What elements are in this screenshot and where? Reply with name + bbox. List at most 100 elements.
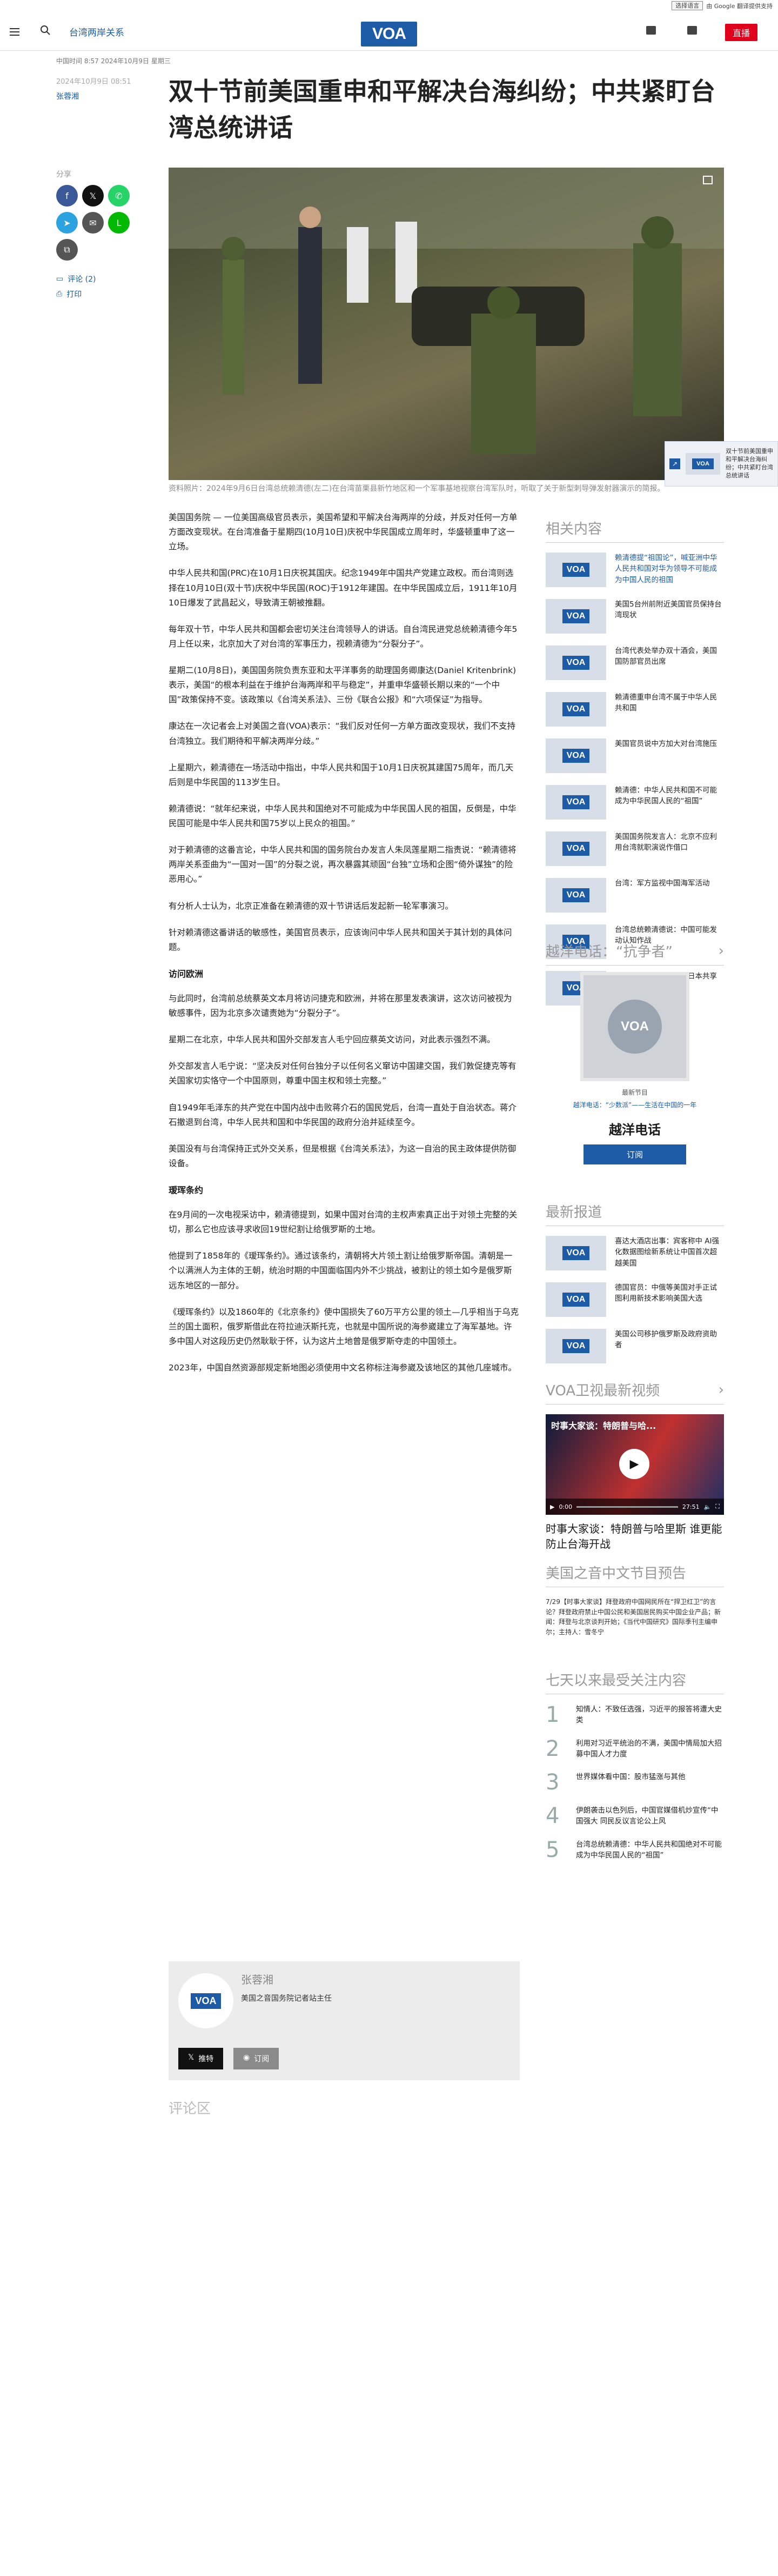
copy-link-icon[interactable]: ⧉ xyxy=(56,239,78,261)
video-heading[interactable]: VOA卫视最新视频 › xyxy=(546,1380,724,1405)
article-title: 双十节前美国重申和平解决台海纠纷；中共紧盯台湾总统讲话 xyxy=(169,77,715,142)
program-logo: VOA xyxy=(608,1000,662,1054)
sticky-article-toast[interactable]: ↗ VOA 双十节前美国重申和平解决台海纠纷；中共紧盯台湾总统讲话 xyxy=(665,441,778,487)
paragraph: 康达在一次记者会上对美国之音(VOA)表示：“我们反对任何一方单方面改变现状，我… xyxy=(169,721,515,746)
hero-illustration xyxy=(169,168,724,454)
paragraph: 2023年，中国自然资源部规定新地图必须使用中文名称标注海参崴及该地区的其他几座… xyxy=(169,1363,517,1373)
dateline: 中国时间 8:57 2024年10月9日 星期三 xyxy=(56,57,171,65)
author-avatar: VOA xyxy=(178,1973,233,2028)
related-item[interactable]: VOA 台湾：军方监视中国海军活动 xyxy=(546,878,724,913)
latest-item[interactable]: VOA 喜达大酒店出事：宾客称中 AI强化数据图绘新系统让中国首次超越美国 xyxy=(546,1236,724,1270)
video-time: 0:00 xyxy=(559,1503,573,1510)
subheading: 访问欧洲 xyxy=(169,968,204,979)
paragraph: 《瑷珲条约》以及1860年的《北京条约》使中国损失了60万平方公里的领土—几乎相… xyxy=(169,1307,519,1346)
popular-item[interactable]: 3 世界媒体看中国：股市猛涨与其他 xyxy=(546,1772,724,1793)
play-icon[interactable]: ▶ xyxy=(619,1449,649,1479)
related-item[interactable]: VOA 台湾代表处举办双十酒会，美国国防部官员出席 xyxy=(546,645,724,680)
popular-item[interactable]: 5 台湾总统赖清德：中华人民共和国绝对不可能成为中华民国人民的“祖国” xyxy=(546,1839,724,1861)
rank-number: 4 xyxy=(546,1803,560,1828)
print-link[interactable]: ⎙ 打印 xyxy=(56,289,82,299)
print-icon: ⎙ xyxy=(56,290,63,298)
video-icon[interactable] xyxy=(687,26,697,35)
search-icon[interactable] xyxy=(40,25,51,36)
publish-date: 2024年10月9日 08:51 xyxy=(56,78,131,86)
whatsapp-icon[interactable]: ✆ xyxy=(108,185,130,207)
show-title: 越洋电话 xyxy=(609,1122,661,1137)
paragraph: 针对赖清德这番讲话的敏感性，美国官员表示，应该询问中华人民共和国关于其计划的具体… xyxy=(169,927,512,952)
rss-icon: ◉ xyxy=(243,2053,250,2062)
x-icon[interactable]: 𝕏 xyxy=(82,185,104,207)
program-heading[interactable]: 越洋电话：“抗争者” › xyxy=(546,941,724,966)
author-link[interactable]: 张蓉湘 xyxy=(56,91,79,102)
language-select[interactable]: 选择语言 xyxy=(672,1,703,10)
email-icon[interactable]: ✉ xyxy=(82,212,104,234)
related-item[interactable]: VOA 美国5台州前附近美国官员保持台湾现状 xyxy=(546,599,724,634)
related-item[interactable]: VOA 美国官员说中方加大对台湾施压 xyxy=(546,738,724,773)
telegram-icon[interactable]: ➤ xyxy=(56,212,78,234)
author-name[interactable]: 张蓉湘 xyxy=(241,1971,273,1987)
popular-item[interactable]: 2 利用对习近平统治的不满，美国中情局加大招募中国人才力度 xyxy=(546,1738,724,1760)
menu-icon[interactable] xyxy=(10,26,19,38)
popular-item[interactable]: 1 知情人：不致任选强，习近平的报答将遭大史类 xyxy=(546,1704,724,1726)
line-icon[interactable]: L xyxy=(108,212,130,234)
related-item[interactable]: VOA 赖清德：中华人民共和国不可能成为中华民国人民的“祖国” xyxy=(546,785,724,820)
video-player[interactable]: 时事大家谈：特朗普与哈... ▶ ▶ 0:00 27:51 🔈 ⛶ xyxy=(546,1414,724,1515)
toast-title: 双十节前美国重申和平解决台海纠纷；中共紧盯台湾总统讲话 xyxy=(726,448,773,479)
comments-heading: 评论区 xyxy=(169,2101,211,2117)
paragraph: 自1949年毛泽东的共产党在中国内战中击败蒋介石的国民党后，台湾一直处于自治状态… xyxy=(169,1102,517,1127)
thumbnail: VOA xyxy=(546,878,606,913)
episode-link[interactable]: 越洋电话：“少数派”——生活在中国的一年 xyxy=(546,1100,724,1109)
section-link[interactable]: 台湾两岸关系 xyxy=(69,25,124,38)
paragraph: 星期二在北京，中华人民共和国外交部发言人毛宁回应蔡英文访问，对此表示强烈不满。 xyxy=(169,1035,495,1045)
x-icon: 𝕏 xyxy=(188,2053,194,2062)
video-title[interactable]: 时事大家谈：特朗普与哈里斯 谁更能防止台海开战 xyxy=(546,1521,724,1552)
popular-heading: 七天以来最受关注内容 xyxy=(546,1669,724,1694)
latest-heading: 最新报道 xyxy=(546,1201,724,1226)
facebook-icon[interactable]: f xyxy=(56,185,78,207)
voa-logo[interactable]: VOA xyxy=(361,22,417,46)
paragraph: 美国国务院 — 一位美国高级官员表示，美国希望和平解决台海两岸的分歧，并反对任何… xyxy=(169,512,518,552)
translate-note: 由 Google 翻译提供支持 xyxy=(706,2,773,10)
seek-bar[interactable] xyxy=(576,1506,678,1508)
comment-icon: ▭ xyxy=(56,275,64,283)
paragraph: 中华人民共和国(PRC)在10月1日庆祝其国庆。纪念1949年中国共产党建立政权… xyxy=(169,568,518,608)
volume-icon[interactable]: 🔈 xyxy=(704,1503,712,1510)
hero-image xyxy=(169,168,724,480)
program-subscribe-button[interactable]: 订阅 xyxy=(584,1144,686,1164)
chevron-right-icon: › xyxy=(718,1381,724,1398)
paragraph: 外交部发言人毛宁说：“坚决反对任何台独分子以任何名义窜访中国建交国，我们敦促捷克… xyxy=(169,1061,517,1086)
rank-number: 1 xyxy=(546,1702,560,1727)
thumbnail: VOA xyxy=(546,1282,606,1317)
image-caption: 资料照片：2024年9月6日台湾总统赖清德(左二)在台湾苗栗县新竹地区和一个军事… xyxy=(169,484,665,493)
podcast-text[interactable]: 7/29【时事大家谈】拜登政府中国网民所在“捍卫红卫”的言论？拜登政府禁止中国公… xyxy=(546,1597,724,1637)
related-item[interactable]: VOA 赖清德重申台湾不属于中华人民共和国 xyxy=(546,692,724,727)
paragraph: 上星期六，赖清德在一场活动中指出，中华人民共和国于10月1日庆祝其建国75周年，… xyxy=(169,762,514,787)
paragraph: 对于赖清德的这番言论，中华人民共和国的国务院台办发言人朱凤莲星期二指责说：“赖清… xyxy=(169,845,517,884)
paragraph: 美国没有与台湾保持正式外交关系，但是根据《台湾关系法》，为这一自治的民主政体提供… xyxy=(169,1143,517,1168)
paragraph: 每年双十节，中华人民共和国都会密切关注台湾领导人的讲话。自台湾民进党总统赖清德今… xyxy=(169,624,518,649)
popular-item[interactable]: 4 伊朗袭击以色列后，中国官媒借机炒宣传“中国强大 同民反议言论公上风 xyxy=(546,1805,724,1827)
thumbnail: VOA xyxy=(546,831,606,866)
thumbnail: VOA xyxy=(546,553,606,587)
expand-icon[interactable]: ↗ xyxy=(669,458,680,469)
thumbnail: VOA xyxy=(546,738,606,773)
fullscreen-icon[interactable]: ⛶ xyxy=(715,1503,720,1510)
popular-section: 七天以来最受关注内容 1 知情人：不致任选强，习近平的报答将遭大史类 2 利用对习近… xyxy=(546,1669,724,1873)
audio-icon[interactable] xyxy=(646,26,656,35)
live-button[interactable]: 直播 xyxy=(725,24,757,41)
related-item[interactable]: VOA 美国国务院发言人：北京不应利用台湾就职演说作借口 xyxy=(546,831,724,866)
latest-episode-label: 最新节目 xyxy=(621,1089,648,1096)
language-bar: 选择语言 由 Google 翻译提供支持 xyxy=(672,1,773,10)
subscribe-rss-button[interactable]: ◉ 订阅 xyxy=(233,2048,279,2069)
comments-link[interactable]: ▭ 评论 (2) xyxy=(56,274,96,284)
program-cover[interactable]: VOA xyxy=(584,975,686,1078)
play-small-icon[interactable]: ▶ xyxy=(550,1503,554,1510)
latest-item[interactable]: VOA 美国公司移护俄罗斯及政府资助者 xyxy=(546,1329,724,1363)
related-item[interactable]: VOA 赖清德提“祖国论”，喊亚洲中华人民共和国对华为领导不可能成为中国人民的祖国 xyxy=(546,553,724,587)
related-heading: 相关内容 xyxy=(546,518,724,543)
video-section: VOA卫视最新视频 › 时事大家谈：特朗普与哈... ▶ ▶ 0:00 27:51… xyxy=(546,1380,724,1552)
thumbnail: VOA xyxy=(546,645,606,680)
follow-button[interactable]: 𝕏 推特 xyxy=(178,2048,224,2069)
latest-item[interactable]: VOA 德国官员：中俄等美国对手正试图利用新技术影响美国大选 xyxy=(546,1282,724,1317)
thumbnail: VOA xyxy=(546,692,606,727)
